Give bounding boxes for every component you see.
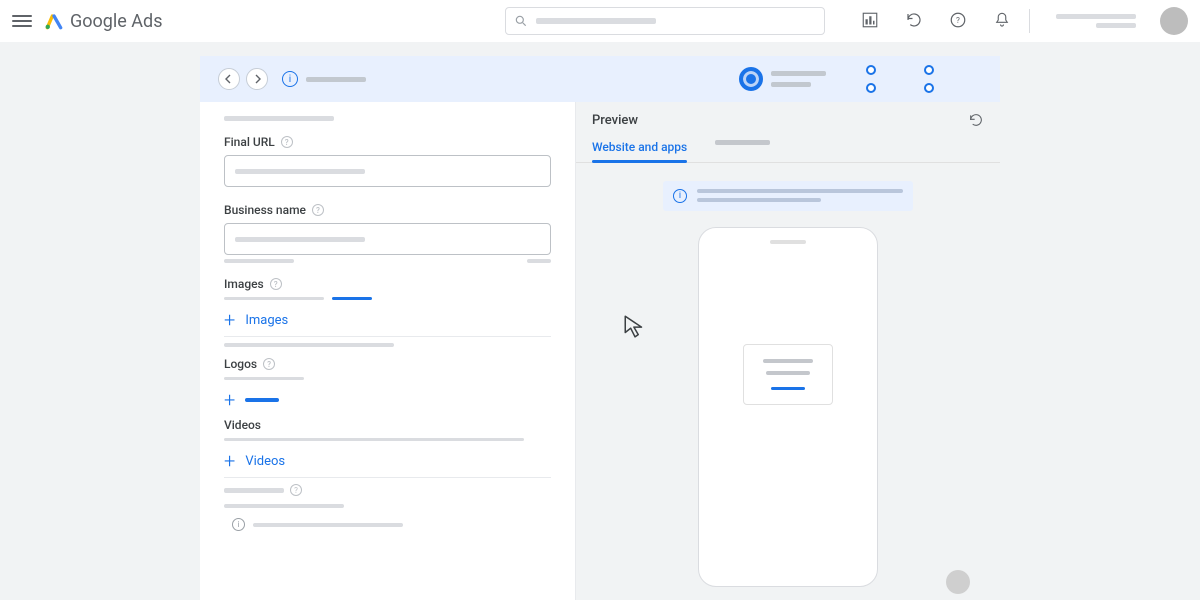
help-tooltip-icon[interactable]: ?	[263, 358, 275, 370]
help-tooltip-icon[interactable]: ?	[312, 204, 324, 216]
sub-section-placeholder: ?	[224, 484, 551, 496]
notifications-icon[interactable]	[993, 11, 1011, 32]
toolbar-icons: ?	[861, 11, 1011, 32]
business-name-input[interactable]	[224, 223, 551, 255]
stepper-bar: i	[200, 56, 1000, 102]
svg-text:?: ?	[956, 16, 960, 26]
info-icon: i	[232, 518, 245, 531]
info-banner: i	[663, 181, 913, 211]
tab-secondary[interactable]	[715, 132, 770, 162]
breadcrumb	[306, 77, 366, 82]
step-group-2[interactable]	[866, 65, 884, 93]
images-progress	[224, 297, 551, 300]
add-videos-button[interactable]: + Videos	[224, 451, 551, 471]
phone-notch	[770, 240, 806, 244]
avatar[interactable]	[1160, 7, 1188, 35]
info-row-placeholder: i	[224, 518, 551, 531]
plus-icon: +	[224, 310, 235, 330]
preview-title: Preview	[592, 113, 638, 128]
info-icon: i	[673, 189, 687, 203]
logos-section-label: Logos?	[224, 357, 551, 371]
step-current[interactable]	[739, 67, 826, 91]
logo[interactable]: Google Ads	[44, 11, 162, 32]
account-switcher[interactable]	[1056, 14, 1136, 28]
logo-text: Google Ads	[70, 11, 162, 32]
final-url-label: Final URL?	[224, 135, 551, 149]
refresh-icon[interactable]	[905, 11, 923, 32]
back-button[interactable]	[218, 68, 240, 90]
plus-icon: +	[224, 390, 235, 410]
add-images-button[interactable]: + Images	[224, 310, 551, 330]
refresh-preview-icon[interactable]	[968, 112, 984, 128]
step-group-3[interactable]	[924, 65, 942, 93]
help-tooltip-icon[interactable]: ?	[290, 484, 302, 496]
menu-icon[interactable]	[12, 11, 32, 31]
phone-preview	[698, 227, 878, 587]
logos-progress	[224, 377, 551, 380]
videos-progress	[224, 438, 551, 441]
divider	[1029, 9, 1030, 33]
fab-placeholder[interactable]	[946, 570, 970, 594]
images-section-label: Images?	[224, 277, 551, 291]
reports-icon[interactable]	[861, 11, 879, 32]
final-url-input[interactable]	[224, 155, 551, 187]
cursor-icon	[622, 313, 648, 339]
plus-icon: +	[224, 451, 235, 471]
info-icon[interactable]: i	[282, 71, 298, 87]
google-ads-logo-icon	[44, 11, 64, 31]
add-logos-button[interactable]: +	[224, 390, 551, 410]
top-bar: Google Ads ?	[0, 0, 1200, 42]
preview-tabs: Website and apps	[576, 132, 1000, 163]
main-panel: Final URL? Business name? Images? + Imag…	[200, 102, 1000, 600]
form-column: Final URL? Business name? Images? + Imag…	[200, 102, 575, 600]
tab-website-apps[interactable]: Website and apps	[592, 132, 687, 162]
preview-body: i	[576, 163, 1000, 600]
ad-card-preview	[743, 344, 833, 405]
business-name-label: Business name?	[224, 203, 551, 217]
helper-text	[224, 259, 551, 263]
videos-section-label: Videos	[224, 418, 551, 432]
help-icon[interactable]: ?	[949, 11, 967, 32]
preview-column: Preview Website and apps i	[575, 102, 1000, 600]
search-input[interactable]	[505, 7, 825, 35]
forward-button[interactable]	[246, 68, 268, 90]
help-tooltip-icon[interactable]: ?	[270, 278, 282, 290]
search-icon	[514, 14, 528, 28]
help-tooltip-icon[interactable]: ?	[281, 136, 293, 148]
section-heading-placeholder	[224, 116, 334, 121]
